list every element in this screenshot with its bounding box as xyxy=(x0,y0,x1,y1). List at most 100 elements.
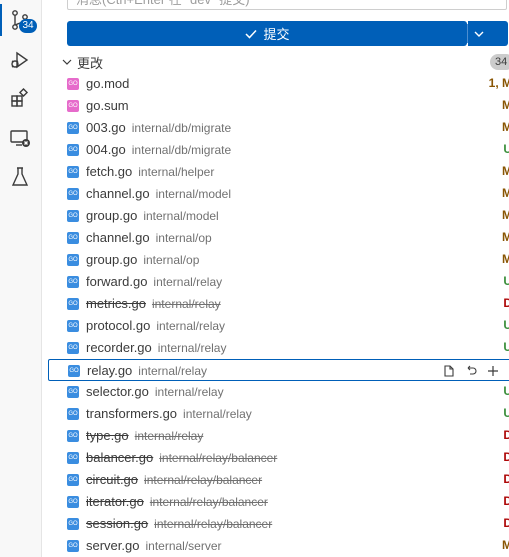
commit-label: 提交 xyxy=(263,27,290,42)
file-row[interactable]: GO go.sum M xyxy=(42,95,509,117)
file-name: relay.go xyxy=(87,363,133,378)
file-name: channel.go xyxy=(86,230,150,245)
file-name: 003.go xyxy=(86,120,126,135)
file-path: internal/relay xyxy=(134,429,204,443)
file-row[interactable]: GO fetch.go internal/helper M xyxy=(42,161,509,183)
file-name: group.go xyxy=(86,252,138,267)
file-status: U xyxy=(503,142,509,156)
file-row[interactable]: GO circuit.go internal/relay/balancer D xyxy=(42,469,509,491)
file-label: selector.go internal/relay xyxy=(86,384,224,399)
file-row[interactable]: GO transformers.go internal/relay U xyxy=(42,403,509,425)
go-file-icon: GO xyxy=(67,188,79,200)
changes-count-badge: 34 xyxy=(490,54,509,70)
source-control-icon[interactable]: 34 xyxy=(0,0,40,40)
file-name: 004.go xyxy=(86,142,126,157)
file-status: M xyxy=(502,208,509,222)
file-label: channel.go internal/op xyxy=(86,230,212,245)
file-name: transformers.go xyxy=(86,406,178,421)
file-label: iterator.go internal/relay/balancer xyxy=(86,494,268,509)
file-row[interactable]: GO metrics.go internal/relay D xyxy=(42,293,509,315)
file-name: circuit.go xyxy=(86,472,139,487)
file-row[interactable]: GO go.mod 1, M xyxy=(42,73,509,95)
stage-changes-icon[interactable] xyxy=(484,362,502,380)
chevron-down-icon xyxy=(62,59,72,65)
run-debug-icon[interactable] xyxy=(0,40,40,80)
file-name: balancer.go xyxy=(86,450,154,465)
go-file-icon: GO xyxy=(67,254,79,266)
file-row[interactable]: GO selector.go internal/relay U xyxy=(42,381,509,403)
file-row[interactable]: GO channel.go internal/model M xyxy=(42,183,509,205)
file-row[interactable]: GO type.go internal/relay D xyxy=(42,425,509,447)
go-file-icon: GO xyxy=(67,144,79,156)
file-row[interactable]: GO 003.go internal/db/migrate M xyxy=(42,117,509,139)
file-label: group.go internal/model xyxy=(86,208,219,223)
file-label: server.go internal/server xyxy=(86,538,222,553)
file-label: type.go internal/relay xyxy=(86,428,203,443)
file-row[interactable]: GO group.go internal/model M xyxy=(42,205,509,227)
file-row[interactable]: GO recorder.go internal/relay U xyxy=(42,337,509,359)
file-label: transformers.go internal/relay xyxy=(86,406,252,421)
file-label: group.go internal/op xyxy=(86,252,199,267)
file-name: forward.go xyxy=(86,274,148,289)
file-label: relay.go internal/relay xyxy=(87,363,207,378)
file-status: M xyxy=(502,230,509,244)
changes-section-header[interactable]: 更改 xyxy=(42,51,509,73)
commit-message-input[interactable] xyxy=(67,0,507,10)
go-file-icon: GO xyxy=(67,408,79,420)
file-label: channel.go internal/model xyxy=(86,186,231,201)
file-path: internal/relay xyxy=(153,275,223,289)
go-file-icon: GO xyxy=(67,232,79,244)
file-name: go.sum xyxy=(86,98,129,113)
file-status: D xyxy=(503,472,509,486)
file-status: D xyxy=(503,296,509,310)
go-file-icon: GO xyxy=(67,452,79,464)
file-row[interactable]: GO 004.go internal/db/migrate U xyxy=(42,139,509,161)
discard-changes-icon[interactable] xyxy=(462,362,480,380)
file-status: U xyxy=(503,384,509,398)
file-row[interactable]: GO iterator.go internal/relay/balancer D xyxy=(42,491,509,513)
file-label: 004.go internal/db/migrate xyxy=(86,142,231,157)
file-path: internal/db/migrate xyxy=(131,121,232,135)
file-status: 1, M xyxy=(488,76,509,90)
remote-explorer-icon[interactable] xyxy=(0,118,40,158)
chevron-down-icon xyxy=(474,31,484,37)
extensions-icon[interactable] xyxy=(0,78,40,118)
file-name: group.go xyxy=(86,208,138,223)
file-row[interactable]: GO group.go internal/op M xyxy=(42,249,509,271)
file-status: M xyxy=(502,538,509,552)
file-path: internal/server xyxy=(145,539,222,553)
file-status: M xyxy=(502,252,509,266)
file-row[interactable]: GO session.go internal/relay/balancer D xyxy=(42,513,509,535)
go-file-icon: GO xyxy=(67,430,79,442)
file-path: internal/relay xyxy=(183,407,252,421)
go-file-icon: GO xyxy=(67,518,79,530)
check-icon xyxy=(245,29,258,39)
file-label: go.sum xyxy=(86,98,129,113)
scm-badge: 34 xyxy=(19,19,37,33)
go-file-icon: GO xyxy=(68,365,80,377)
file-label: metrics.go internal/relay xyxy=(86,296,221,311)
file-row[interactable]: GO balancer.go internal/relay/balancer D xyxy=(42,447,509,469)
file-status: M xyxy=(502,120,509,134)
file-row[interactable]: GO server.go internal/server M xyxy=(42,535,509,557)
file-status: U xyxy=(503,274,509,288)
commit-button[interactable]: 提交 xyxy=(67,21,467,46)
go-file-icon: GO xyxy=(67,496,79,508)
file-status: D xyxy=(503,428,509,442)
go-mod-file-icon: GO xyxy=(67,78,79,90)
file-status: D xyxy=(503,450,509,464)
file-row[interactable]: GO channel.go internal/op M xyxy=(42,227,509,249)
go-file-icon: GO xyxy=(67,474,79,486)
file-path: internal/relay xyxy=(157,341,227,355)
file-label: protocol.go internal/relay xyxy=(86,318,225,333)
file-row[interactable]: GOrelay.gointernal/relayM xyxy=(48,359,509,381)
commit-dropdown-button[interactable] xyxy=(468,21,508,46)
file-label: 003.go internal/db/migrate xyxy=(86,120,231,135)
file-row[interactable]: GO protocol.go internal/relay U xyxy=(42,315,509,337)
file-row[interactable]: GO forward.go internal/relay U xyxy=(42,271,509,293)
file-status: D xyxy=(503,516,509,530)
testing-flask-icon[interactable] xyxy=(0,157,40,197)
file-status: D xyxy=(503,494,509,508)
open-file-icon[interactable] xyxy=(440,362,458,380)
go-file-icon: GO xyxy=(67,342,79,354)
